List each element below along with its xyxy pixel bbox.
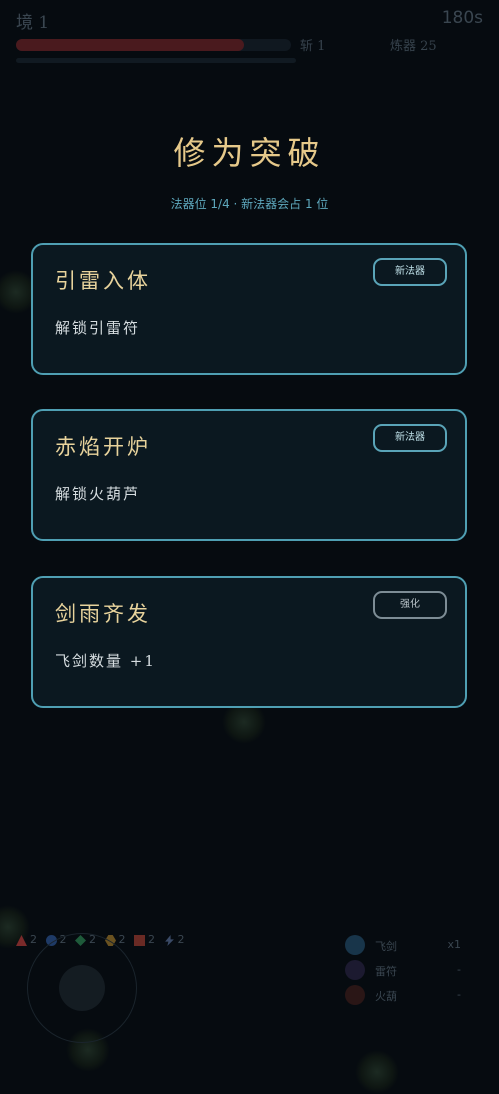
artifact-slot-info: 法器位 1/4 · 新法器会占 1 位 <box>170 197 329 211</box>
card-description: 解锁火葫芦 <box>55 485 141 503</box>
square-icon <box>134 934 145 946</box>
element-earth: 2 <box>134 933 155 946</box>
upgrade-card-fire[interactable]: 赤焰开炉 解锁火葫芦 新法器 <box>31 409 467 541</box>
virtual-joystick[interactable] <box>27 933 137 1043</box>
new-artifact-badge: 新法器 <box>373 258 447 286</box>
card-title: 剑雨齐发 <box>55 602 151 626</box>
card-description: 解锁引雷符 <box>55 319 141 337</box>
countdown-timer: 180s <box>441 8 483 28</box>
realm-level: 境 1 <box>16 13 50 33</box>
triangle-icon <box>16 934 27 946</box>
fire-gourd-icon <box>345 985 365 1005</box>
weapon-flying-sword: 飞剑 x1 <box>345 935 485 960</box>
thunder-talisman-icon <box>345 960 365 980</box>
game-hud: 境 1 180s 斩 1 炼器 25 <box>0 0 499 80</box>
health-bar-fill <box>16 39 245 51</box>
new-artifact-badge: 新法器 <box>373 424 447 452</box>
enemy-sprite <box>355 1050 399 1094</box>
card-description: 飞剑数量 +1 <box>55 652 156 670</box>
breakthrough-title: 修为突破 <box>173 134 326 172</box>
weapon-thunder-talisman: 雷符 - <box>345 960 485 985</box>
card-title: 引雷入体 <box>55 269 151 293</box>
refine-count: 炼器 25 <box>390 39 437 54</box>
flying-sword-icon <box>345 935 365 955</box>
card-title: 赤焰开炉 <box>55 435 151 459</box>
health-bar <box>16 39 291 51</box>
upgrade-badge: 强化 <box>373 591 447 619</box>
joystick-knob[interactable] <box>59 965 105 1011</box>
upgrade-card-lightning[interactable]: 引雷入体 解锁引雷符 新法器 <box>31 243 467 375</box>
experience-bar <box>16 58 296 63</box>
lightning-icon <box>164 934 174 946</box>
weapon-list: 飞剑 x1 雷符 - 火葫 - <box>345 935 485 1010</box>
element-fire: 2 <box>16 933 37 946</box>
weapon-fire-gourd: 火葫 - <box>345 985 485 1010</box>
upgrade-card-sword[interactable]: 剑雨齐发 飞剑数量 +1 强化 <box>31 576 467 708</box>
element-thunder: 2 <box>164 933 185 946</box>
kill-count: 斩 1 <box>300 39 326 54</box>
